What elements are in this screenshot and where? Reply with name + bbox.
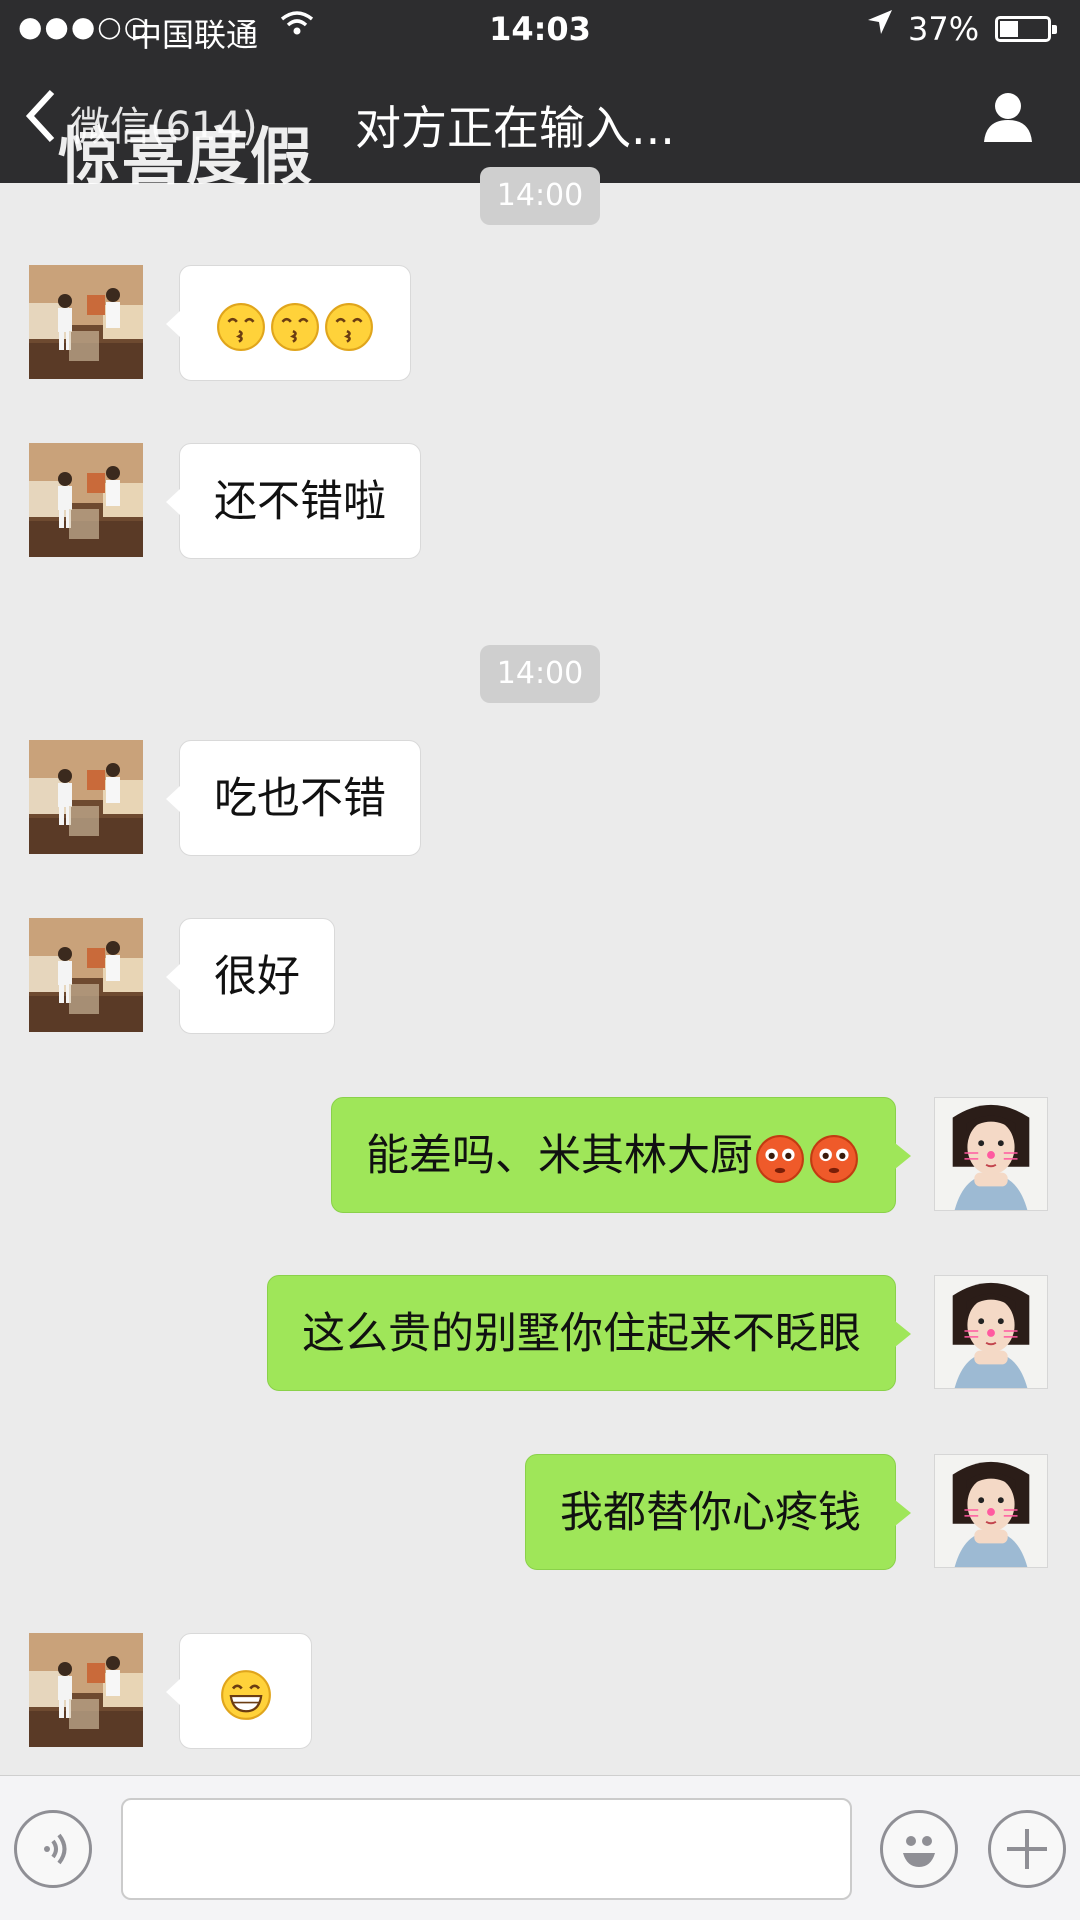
outgoing-message-bubble[interactable]: 我都替你心疼钱 (525, 1454, 911, 1570)
voice-wave-icon (44, 1833, 67, 1865)
timestamp: 14:00 (480, 645, 600, 703)
timestamp: 14:00 (480, 167, 600, 225)
my-avatar[interactable] (934, 1454, 1048, 1568)
status-bar: ●●●○○ 中国联通 14:03 37% (0, 0, 1080, 58)
contact-profile-icon[interactable] (980, 88, 1036, 144)
battery-percent: 37% (908, 10, 980, 48)
contact-avatar[interactable] (29, 1633, 143, 1747)
incoming-message-bubble[interactable] (166, 1633, 312, 1749)
emoji-button[interactable] (880, 1810, 958, 1888)
navigation-bar: 微信(614) 惊喜度假 对方正在输入... (0, 58, 1080, 193)
location-arrow-icon (866, 8, 894, 44)
my-avatar[interactable] (934, 1275, 1048, 1389)
message-text: 能差吗、米其林大厨 (366, 1131, 753, 1181)
incoming-message-bubble[interactable]: 还不错啦 (166, 443, 421, 559)
contact-avatar[interactable] (29, 265, 143, 379)
outgoing-message-bubble[interactable]: 这么贵的别墅你住起来不眨眼 (267, 1275, 911, 1391)
top-bar: ●●●○○ 中国联通 14:03 37% 微信(614) 惊喜度假 对方正在输入… (0, 0, 1080, 193)
back-chevron-icon[interactable] (24, 86, 58, 158)
contact-avatar[interactable] (29, 918, 143, 1032)
voice-input-button[interactable] (14, 1810, 92, 1888)
kissing-face-icon (216, 302, 266, 352)
kissing-face-icon (324, 302, 374, 352)
more-options-button[interactable] (988, 1810, 1066, 1888)
chat-title: 对方正在输入... (355, 101, 675, 155)
contact-avatar[interactable] (29, 740, 143, 854)
kissing-face-icon (270, 302, 320, 352)
battery-icon (995, 16, 1057, 42)
plus-icon (1007, 1829, 1047, 1869)
incoming-message-bubble[interactable] (166, 265, 411, 381)
flushed-face-icon (755, 1134, 805, 1184)
contact-avatar[interactable] (29, 443, 143, 557)
grinning-face-icon (220, 1669, 272, 1721)
message-text-input[interactable] (121, 1798, 852, 1900)
outgoing-message-bubble[interactable]: 能差吗、米其林大厨 (331, 1097, 911, 1213)
incoming-message-bubble[interactable]: 吃也不错 (166, 740, 421, 856)
incoming-message-bubble[interactable]: 很好 (166, 918, 335, 1034)
message-input-bar (0, 1775, 1080, 1920)
flushed-face-icon (809, 1134, 859, 1184)
my-avatar[interactable] (934, 1097, 1048, 1211)
chat-message-list[interactable]: 14:00 还不错啦 14:00 吃也不错 很好 能差吗、米其林大厨 这么贵的别… (0, 167, 1080, 1775)
smiley-icon (903, 1836, 935, 1867)
